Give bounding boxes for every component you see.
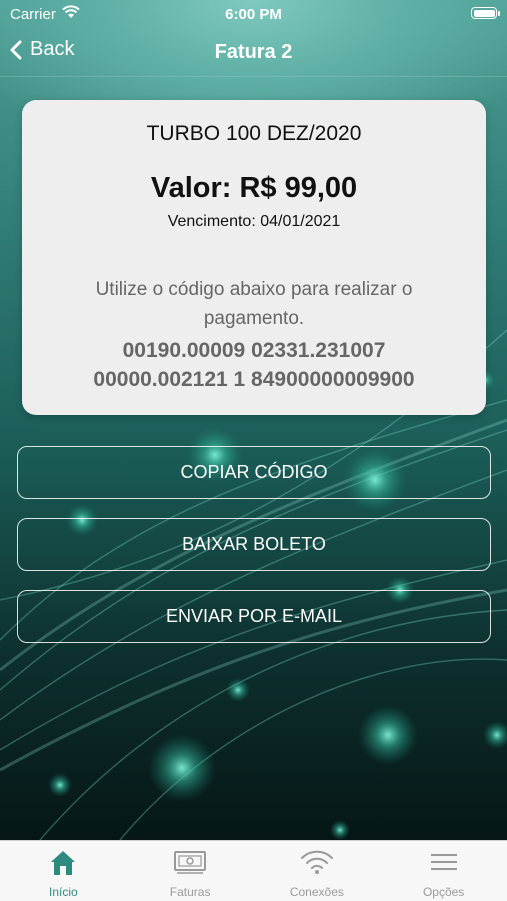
- barcode-line-1: 00190.00009 02331.231007: [122, 339, 386, 362]
- download-boleto-button[interactable]: BAIXAR BOLETO: [17, 518, 491, 571]
- battery-icon: [471, 7, 500, 19]
- status-time: 6:00 PM: [225, 6, 282, 23]
- tab-bar: Início Faturas Conexões Opções: [0, 840, 507, 901]
- home-icon: [51, 851, 76, 875]
- tab-inicio[interactable]: Início: [0, 841, 127, 901]
- bill-icon: [174, 851, 207, 874]
- tab-label: Faturas: [169, 885, 211, 899]
- tab-conexoes[interactable]: Conexões: [254, 841, 381, 901]
- payment-instruction: Utilize o código abaixo para realizar o …: [95, 279, 413, 329]
- copy-code-button[interactable]: COPIAR CÓDIGO: [17, 446, 491, 499]
- status-bar: Carrier 6:00 PM: [0, 0, 507, 28]
- plan-name: TURBO 100 DEZ/2020: [146, 122, 362, 145]
- tab-label: Conexões: [289, 885, 344, 899]
- menu-icon: [430, 854, 457, 870]
- tab-label: Opções: [422, 885, 465, 899]
- navigation-bar: Back Fatura 2: [0, 30, 507, 77]
- due-date: Vencimento: 04/01/2021: [167, 213, 341, 230]
- page-title: Fatura 2: [214, 41, 293, 63]
- tab-label: Início: [49, 885, 78, 899]
- tab-faturas[interactable]: Faturas: [127, 841, 254, 901]
- tab-opcoes[interactable]: Opções: [380, 841, 507, 901]
- invoice-amount: Valor: R$ 99,00: [150, 172, 358, 204]
- wifi-icon: [300, 850, 333, 874]
- invoice-card: TURBO 100 DEZ/2020 Valor: R$ 99,00 Venci…: [22, 100, 486, 415]
- barcode-number: 00190.00009 02331.231007 00000.002121 1 …: [42, 336, 466, 394]
- send-email-button[interactable]: ENVIAR POR E-MAIL: [17, 590, 491, 643]
- barcode-line-2: 00000.002121 1 84900000009900: [93, 368, 415, 391]
